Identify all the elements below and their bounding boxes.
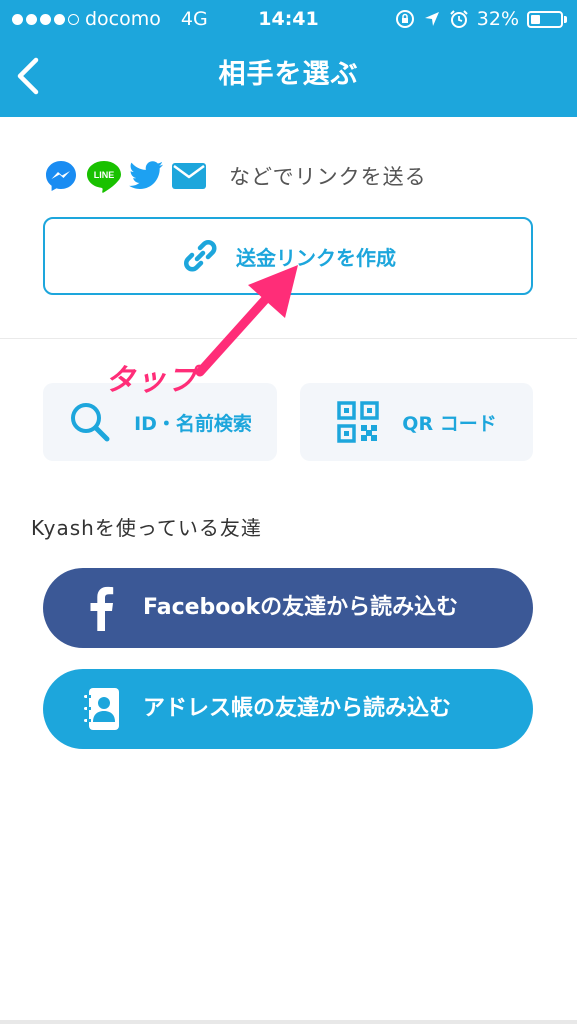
share-description: などでリンクを送る [229, 165, 427, 189]
qr-code-label: QR コード [402, 412, 497, 435]
bottom-edge [0, 1020, 577, 1024]
import-address-book-button[interactable]: アドレス帳の友達から読み込む [43, 669, 533, 749]
qr-code-button[interactable]: QR コード [300, 383, 533, 461]
messenger-icon [46, 161, 76, 191]
address-book-button-label: アドレス帳の友達から読み込む [143, 696, 452, 721]
facebook-icon [90, 586, 114, 631]
facebook-button-label: Facebookの友達から読み込む [143, 595, 459, 620]
mail-icon [172, 163, 206, 189]
tap-annotation: タップ [105, 363, 198, 398]
create-transfer-link-button[interactable]: 送金リンクを作成 [43, 217, 533, 295]
import-facebook-friends-button[interactable]: Facebookの友達から読み込む [43, 568, 533, 648]
svg-text:LINE: LINE [94, 170, 115, 180]
location-icon [424, 12, 439, 26]
battery-percent: 32% [476, 8, 519, 30]
id-search-label: ID・名前検索 [134, 412, 252, 435]
battery-icon [527, 10, 563, 28]
divider [0, 338, 577, 339]
line-icon: LINE [87, 161, 121, 193]
qr-code-icon [337, 401, 380, 443]
twitter-icon [129, 161, 163, 189]
alarm-icon [450, 10, 468, 28]
share-methods-row: LINE などでリンクを送る [43, 156, 427, 196]
page-title: 相手を選ぶ [218, 59, 359, 90]
status-bar: docomo 4G 14:41 32% [0, 0, 577, 38]
top-bar: docomo 4G 14:41 32% 相手を選ぶ [0, 0, 577, 117]
link-icon [184, 240, 217, 272]
search-icon [71, 403, 110, 442]
friends-section-title: Kyashを使っている友達 [31, 516, 262, 540]
create-link-label: 送金リンクを作成 [236, 245, 396, 270]
rotation-lock-icon [395, 10, 414, 28]
address-book-icon [84, 688, 119, 730]
